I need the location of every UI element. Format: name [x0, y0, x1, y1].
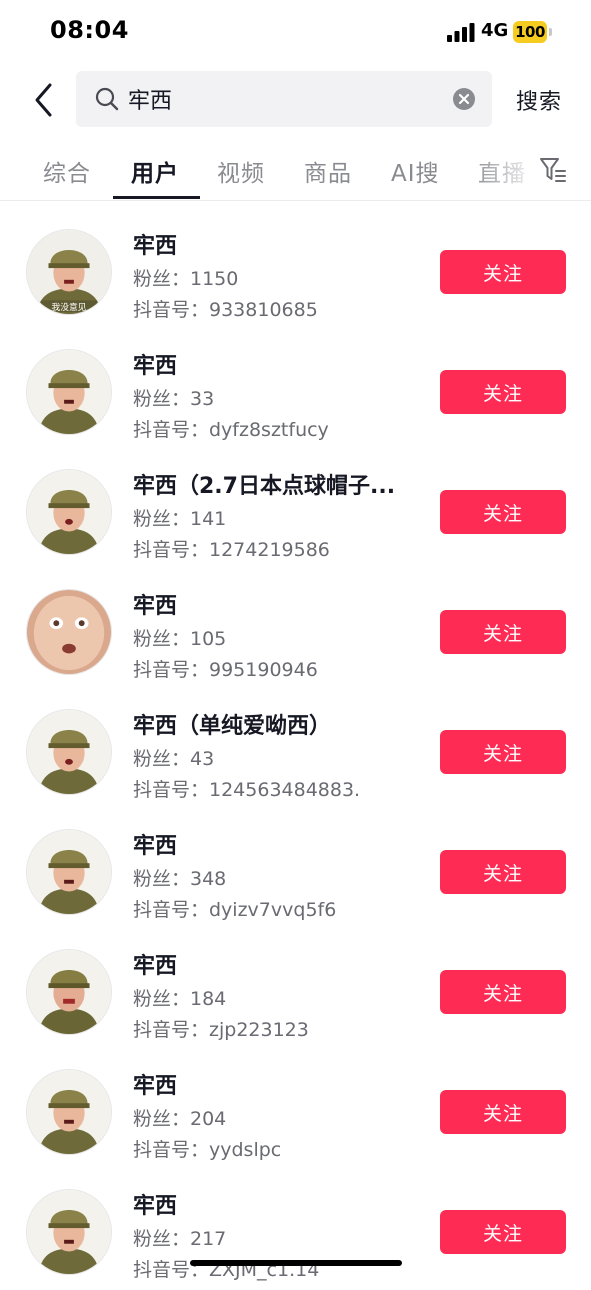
tab-fade-overlay	[470, 140, 540, 198]
user-name: 牢西	[133, 594, 178, 619]
douyin-id: 抖音号：933810685	[133, 299, 318, 321]
user-row[interactable]: 牢西 粉丝：204 抖音号：yydslpc 关注	[0, 1050, 591, 1170]
status-time: 08:04	[50, 16, 129, 44]
user-name: 牢西	[133, 354, 178, 379]
user-name: 牢西	[133, 1074, 178, 1099]
fan-count: 粉丝：105	[133, 628, 227, 650]
douyin-id: 抖音号：995190946	[133, 659, 318, 681]
user-row[interactable]: 牢西 粉丝：348 抖音号：dyizv7vvq5f6 关注	[0, 810, 591, 930]
battery-cap	[549, 28, 552, 36]
tab-videos[interactable]: 视频	[217, 154, 265, 188]
battery-icon: 100	[513, 21, 553, 43]
clear-search-icon[interactable]	[452, 87, 476, 111]
search-submit-button[interactable]: 搜索	[516, 84, 562, 116]
fan-count: 粉丝：43	[133, 748, 215, 770]
active-tab-indicator	[113, 196, 200, 199]
search-icon	[95, 87, 119, 111]
avatar[interactable]	[26, 1069, 112, 1155]
user-name: 牢西	[133, 234, 178, 259]
user-row[interactable]: 牢西 粉丝：217 抖音号：ZXJM_c1.14 关注	[0, 1170, 591, 1290]
avatar[interactable]	[26, 349, 112, 435]
follow-button[interactable]: 关注	[440, 1210, 566, 1254]
search-tabs: 综合 用户 视频 商品 AI搜 直播	[0, 140, 591, 201]
user-row[interactable]: 牢西 粉丝：105 抖音号：995190946 关注	[0, 570, 591, 690]
avatar[interactable]: 我没意见	[26, 229, 112, 315]
avatar[interactable]	[26, 949, 112, 1035]
fan-count: 粉丝：184	[133, 988, 227, 1010]
follow-button[interactable]: 关注	[440, 490, 566, 534]
signal-icon	[447, 23, 475, 42]
follow-button[interactable]: 关注	[440, 370, 566, 414]
fan-count: 粉丝：141	[133, 508, 227, 530]
user-row[interactable]: 牢西（单纯爱呦西） 粉丝：43 抖音号：124563484883. 关注	[0, 690, 591, 810]
follow-button[interactable]: 关注	[440, 610, 566, 654]
user-name: 牢西	[133, 954, 178, 979]
avatar-caption: 我没意见	[51, 301, 86, 313]
douyin-id: 抖音号：1274219586	[133, 539, 330, 561]
tab-products[interactable]: 商品	[304, 154, 352, 188]
fan-count: 粉丝：1150	[133, 268, 239, 290]
filter-icon	[540, 158, 566, 182]
tab-ai-search[interactable]: AI搜	[391, 154, 440, 188]
douyin-id: 抖音号：dyizv7vvq5f6	[133, 899, 337, 921]
fan-count: 粉丝：348	[133, 868, 227, 890]
tab-users[interactable]: 用户	[131, 154, 179, 188]
chevron-left-icon	[35, 83, 52, 117]
avatar[interactable]	[26, 469, 112, 555]
user-name: 牢西（2.7日本点球帽子...	[133, 474, 396, 499]
fan-count: 粉丝：204	[133, 1108, 227, 1130]
home-indicator[interactable]	[190, 1260, 402, 1266]
network-label: 4G	[481, 20, 509, 41]
user-row[interactable]: 牢西（2.7日本点球帽子... 粉丝：141 抖音号：1274219586 关注	[0, 450, 591, 570]
avatar[interactable]	[26, 829, 112, 915]
user-name: 牢西	[133, 834, 178, 859]
status-bar: 08:04 4G 100	[0, 0, 591, 64]
follow-button[interactable]: 关注	[440, 730, 566, 774]
douyin-id: 抖音号：124563484883.	[133, 779, 361, 801]
filter-button[interactable]	[538, 156, 568, 184]
user-row[interactable]: 我没意见 牢西 粉丝：1150 抖音号：933810685 关注	[0, 210, 591, 330]
douyin-id: 抖音号：yydslpc	[133, 1139, 282, 1161]
follow-button[interactable]: 关注	[440, 250, 566, 294]
follow-button[interactable]: 关注	[440, 850, 566, 894]
douyin-id: 抖音号：zjp223123	[133, 1019, 309, 1041]
fan-count: 粉丝：33	[133, 388, 215, 410]
user-row[interactable]: 牢西 粉丝：33 抖音号：dyfz8sztfucy 关注	[0, 330, 591, 450]
search-box[interactable]	[76, 71, 492, 127]
battery-level: 100	[513, 21, 547, 43]
follow-button[interactable]: 关注	[440, 1090, 566, 1134]
follow-button[interactable]: 关注	[440, 970, 566, 1014]
tab-general[interactable]: 综合	[43, 154, 91, 188]
user-name: 牢西	[133, 1194, 178, 1219]
back-button[interactable]	[24, 78, 64, 122]
avatar[interactable]	[26, 709, 112, 795]
avatar[interactable]	[26, 589, 112, 675]
fan-count: 粉丝：217	[133, 1228, 227, 1250]
user-name: 牢西（单纯爱呦西）	[133, 714, 332, 739]
user-row[interactable]: 牢西 粉丝：184 抖音号：zjp223123 关注	[0, 930, 591, 1050]
search-input[interactable]	[128, 81, 438, 117]
avatar[interactable]	[26, 1189, 112, 1275]
douyin-id: 抖音号：dyfz8sztfucy	[133, 419, 329, 441]
